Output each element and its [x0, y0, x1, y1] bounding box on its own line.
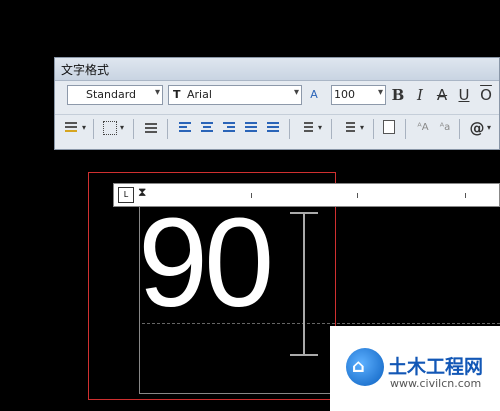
- mtext-justify-icon[interactable]: [103, 121, 117, 135]
- watermark-title: 土木工程网: [388, 356, 484, 378]
- ruler-tick: [465, 193, 466, 198]
- divider: [133, 119, 134, 139]
- style-value: Standard: [86, 88, 137, 101]
- annotative-icon[interactable]: A: [306, 85, 322, 105]
- text-height-value: 100: [334, 88, 355, 101]
- divider: [459, 119, 460, 139]
- lowercase-icon[interactable]: ᴬa: [437, 118, 453, 138]
- truetype-icon: T: [173, 88, 181, 101]
- justify-icon[interactable]: [243, 119, 259, 135]
- style-select[interactable]: Standard ▾: [67, 85, 163, 105]
- chevron-down-icon: ▾: [377, 87, 383, 98]
- divider: [373, 119, 374, 139]
- uppercase-icon[interactable]: ᴬA: [415, 118, 431, 138]
- text-baseline: [142, 323, 500, 324]
- toolbar-row-1: Standard ▾ T Arial ▾ A 100 ▾ B I A U O: [55, 82, 499, 108]
- numbering-icon[interactable]: [341, 119, 357, 135]
- watermark-url: www.civilcn.com: [390, 377, 482, 390]
- distribute-icon[interactable]: [265, 119, 281, 135]
- divider: [331, 119, 332, 139]
- chevron-down-icon: ▾: [293, 87, 299, 98]
- overline-button[interactable]: O: [477, 85, 495, 105]
- divider: [289, 119, 290, 139]
- chevron-down-icon[interactable]: ▾: [485, 118, 493, 138]
- text-cursor-bottom: [290, 354, 318, 356]
- font-value: Arial: [187, 88, 212, 101]
- watermark: ⌂ 土木工程网 www.civilcn.com: [330, 326, 500, 411]
- symbol-button[interactable]: @: [469, 118, 485, 138]
- font-select[interactable]: T Arial ▾: [168, 85, 302, 105]
- civilcn-logo-icon: ⌂: [346, 348, 384, 386]
- column-icon[interactable]: [63, 119, 79, 135]
- tab-type-button[interactable]: L: [118, 187, 134, 203]
- toolbar-row-2: ▾ ▾ ▾ ▾ ᴬA ᴬa @ ▾: [55, 114, 499, 143]
- divider: [405, 119, 406, 139]
- text-height-select[interactable]: 100 ▾: [331, 85, 386, 105]
- italic-button[interactable]: I: [411, 85, 429, 105]
- underline-button[interactable]: U: [455, 85, 473, 105]
- toolbar-title: 文字格式: [61, 63, 110, 77]
- text-format-toolbar: 文字格式 Standard ▾ T Arial ▾ A 100 ▾ B I A …: [54, 57, 500, 150]
- divider: [93, 119, 94, 139]
- align-center-icon[interactable]: [199, 119, 215, 135]
- chevron-down-icon[interactable]: ▾: [80, 118, 88, 138]
- ruler-tick: [357, 193, 358, 198]
- mtext-content[interactable]: 90: [138, 200, 274, 326]
- toolbar-titlebar[interactable]: 文字格式: [55, 58, 499, 81]
- paragraph-icon[interactable]: [143, 119, 159, 135]
- strikethrough-button[interactable]: A: [433, 85, 451, 105]
- chevron-down-icon: ▾: [154, 87, 160, 98]
- text-cursor-icon: [303, 212, 305, 355]
- divider: [167, 119, 168, 139]
- chevron-down-icon[interactable]: ▾: [118, 118, 126, 138]
- line-spacing-icon[interactable]: [299, 119, 315, 135]
- align-right-icon[interactable]: [221, 119, 237, 135]
- chevron-down-icon[interactable]: ▾: [358, 118, 366, 138]
- chevron-down-icon[interactable]: ▾: [316, 118, 324, 138]
- text-cursor-top: [290, 212, 318, 214]
- bold-button[interactable]: B: [389, 85, 407, 105]
- align-left-icon[interactable]: [177, 119, 193, 135]
- insert-field-icon[interactable]: [383, 120, 395, 134]
